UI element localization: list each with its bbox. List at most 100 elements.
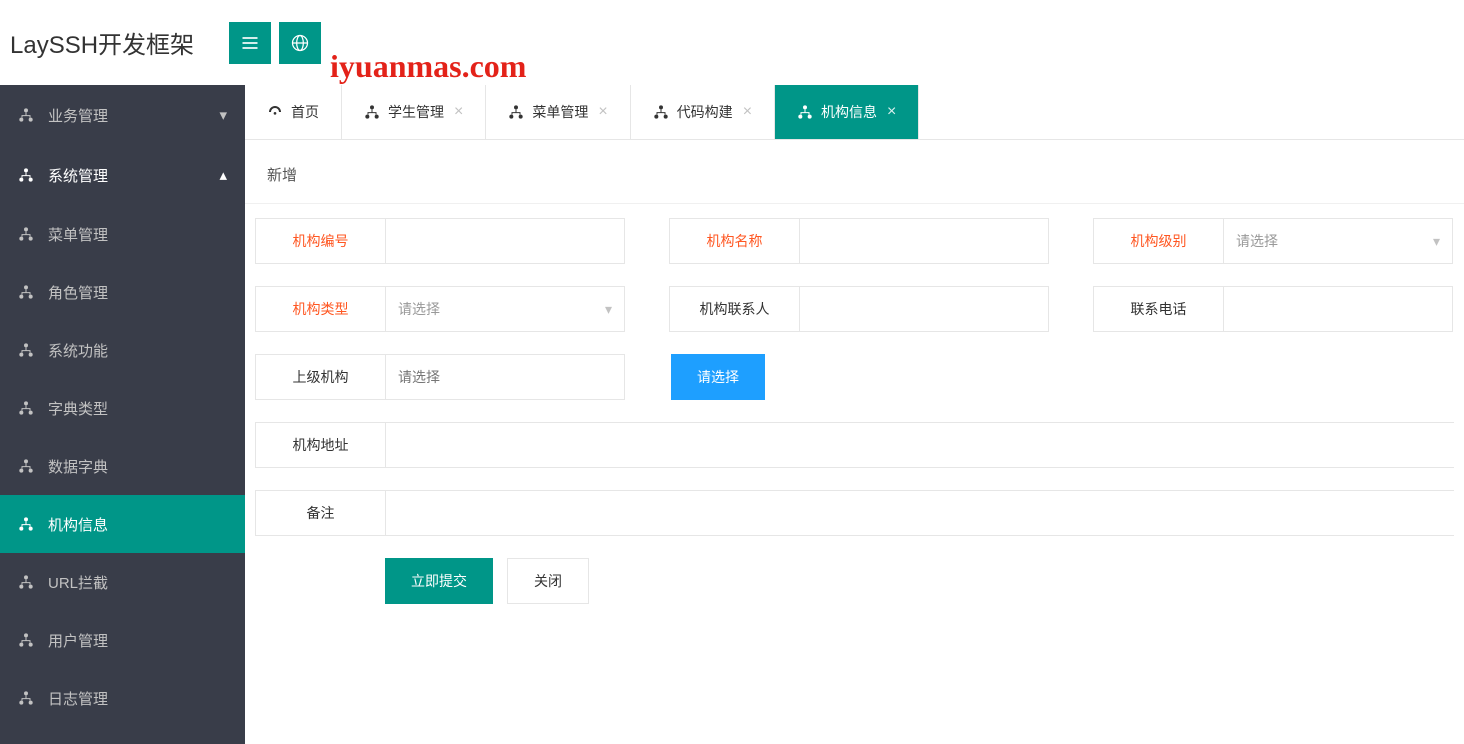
sitemap-icon: [18, 167, 36, 183]
submit-button[interactable]: 立即提交: [385, 558, 493, 604]
sidebar-item-sys-func[interactable]: 系统功能: [0, 321, 245, 379]
sidebar-item-dict-type[interactable]: 字典类型: [0, 379, 245, 437]
close-icon[interactable]: ×: [598, 103, 607, 121]
close-icon[interactable]: ×: [743, 103, 752, 121]
input-parent-org[interactable]: [385, 354, 625, 400]
sidebar-item-menu-mgmt[interactable]: 菜单管理: [0, 205, 245, 263]
field-org-code: 机构编号: [255, 218, 625, 264]
close-button[interactable]: 关闭: [507, 558, 589, 604]
input-remark[interactable]: [385, 490, 1454, 536]
sidebar-item-label: 日志管理: [48, 688, 108, 709]
select-value: 请选择: [398, 299, 440, 319]
menu-icon: [240, 33, 260, 53]
sidebar-item-label: 角色管理: [48, 282, 108, 303]
sitemap-icon: [797, 104, 813, 120]
sitemap-icon: [18, 690, 36, 706]
field-org-address: 机构地址: [255, 422, 1454, 468]
label-org-address: 机构地址: [255, 422, 385, 468]
org-form: 机构编号 机构名称 机构级别 请选择 ▾: [245, 204, 1464, 604]
sidebar-item-label: 系统功能: [48, 340, 108, 361]
sidebar-group-system: 系统管理 ▴ 菜单管理 角色管理 系统功能 字典类型 数据字典 机构信息 URL…: [0, 145, 245, 727]
app-logo: LaySSH开发框架: [10, 25, 214, 60]
label-contact-phone: 联系电话: [1093, 286, 1223, 332]
tab-label: 菜单管理: [532, 102, 588, 122]
select-parent-button[interactable]: 请选择: [671, 354, 765, 400]
sidebar-item-label: 用户管理: [48, 630, 108, 651]
sitemap-icon: [18, 342, 36, 358]
page-title: 新增: [245, 140, 1464, 204]
select-value: 请选择: [1236, 231, 1278, 251]
chevron-up-icon: ▴: [219, 166, 227, 184]
sidebar-item-url-block[interactable]: URL拦截: [0, 553, 245, 611]
tab-home[interactable]: 首页: [245, 85, 342, 139]
sidebar-item-label: 系统管理: [48, 165, 108, 186]
input-org-address[interactable]: [385, 422, 1454, 468]
watermark-text: iyuanmas.com: [330, 48, 526, 85]
label-org-code: 机构编号: [255, 218, 385, 264]
sitemap-icon: [364, 104, 380, 120]
input-org-code[interactable]: [385, 218, 625, 264]
sidebar: 业务管理 ▾ 系统管理 ▴ 菜单管理 角色管理 系统功能 字典类型 数据字典 机…: [0, 85, 245, 744]
input-org-name[interactable]: [799, 218, 1049, 264]
sitemap-icon: [18, 458, 36, 474]
sidebar-item-log-mgmt[interactable]: 日志管理: [0, 669, 245, 727]
sidebar-item-label: 业务管理: [48, 105, 108, 126]
tab-codegen[interactable]: 代码构建 ×: [631, 85, 775, 139]
label-org-level: 机构级别: [1093, 218, 1223, 264]
sitemap-icon: [18, 107, 36, 123]
sitemap-icon: [18, 516, 36, 532]
tab-org-info[interactable]: 机构信息 ×: [775, 85, 919, 139]
sidebar-item-label: 字典类型: [48, 398, 108, 419]
menu-toggle-button[interactable]: [229, 22, 271, 64]
app-header: LaySSH开发框架 iyuanmas.com: [0, 0, 1464, 85]
select-org-type[interactable]: 请选择 ▾: [385, 286, 625, 332]
sidebar-item-data-dict[interactable]: 数据字典: [0, 437, 245, 495]
tab-menu[interactable]: 菜单管理 ×: [486, 85, 630, 139]
tab-label: 首页: [291, 102, 319, 122]
tab-label: 学生管理: [388, 102, 444, 122]
label-org-contact: 机构联系人: [669, 286, 799, 332]
field-org-contact: 机构联系人: [669, 286, 1049, 332]
sidebar-item-label: URL拦截: [48, 572, 108, 593]
label-remark: 备注: [255, 490, 385, 536]
globe-button[interactable]: [279, 22, 321, 64]
sidebar-group-business: 业务管理 ▾: [0, 85, 245, 145]
sidebar-item-label: 数据字典: [48, 456, 108, 477]
sitemap-icon: [653, 104, 669, 120]
sidebar-item-label: 菜单管理: [48, 224, 108, 245]
sidebar-item-system[interactable]: 系统管理 ▴: [0, 145, 245, 205]
input-org-contact[interactable]: [799, 286, 1049, 332]
field-parent-org: 上级机构: [255, 354, 625, 400]
label-org-name: 机构名称: [669, 218, 799, 264]
sitemap-icon: [18, 284, 36, 300]
form-actions: 立即提交 关闭: [255, 558, 1454, 604]
sidebar-item-user-mgmt[interactable]: 用户管理: [0, 611, 245, 669]
sidebar-item-role-mgmt[interactable]: 角色管理: [0, 263, 245, 321]
sitemap-icon: [18, 226, 36, 242]
tab-bar: 首页 学生管理 × 菜单管理 × 代码构建 ×: [245, 85, 1464, 140]
chevron-down-icon: ▾: [1433, 233, 1440, 250]
field-remark: 备注: [255, 490, 1454, 536]
close-icon[interactable]: ×: [454, 103, 463, 121]
sitemap-icon: [18, 574, 36, 590]
tab-label: 机构信息: [821, 102, 877, 122]
close-icon[interactable]: ×: [887, 103, 896, 121]
sidebar-item-org-info[interactable]: 机构信息: [0, 495, 245, 553]
field-org-level: 机构级别 请选择 ▾: [1093, 218, 1453, 264]
main-panel: 首页 学生管理 × 菜单管理 × 代码构建 ×: [245, 85, 1464, 744]
tab-student[interactable]: 学生管理 ×: [342, 85, 486, 139]
sidebar-item-business[interactable]: 业务管理 ▾: [0, 85, 245, 145]
field-contact-phone: 联系电话: [1093, 286, 1453, 332]
label-org-type: 机构类型: [255, 286, 385, 332]
select-org-level[interactable]: 请选择 ▾: [1223, 218, 1453, 264]
sidebar-submenu-system: 菜单管理 角色管理 系统功能 字典类型 数据字典 机构信息 URL拦截 用户管理…: [0, 205, 245, 727]
globe-icon: [290, 33, 310, 53]
sitemap-icon: [508, 104, 524, 120]
dashboard-icon: [267, 104, 283, 120]
tab-label: 代码构建: [677, 102, 733, 122]
chevron-down-icon: ▾: [219, 106, 227, 124]
input-contact-phone[interactable]: [1223, 286, 1453, 332]
field-org-type: 机构类型 请选择 ▾: [255, 286, 625, 332]
sitemap-icon: [18, 400, 36, 416]
sitemap-icon: [18, 632, 36, 648]
